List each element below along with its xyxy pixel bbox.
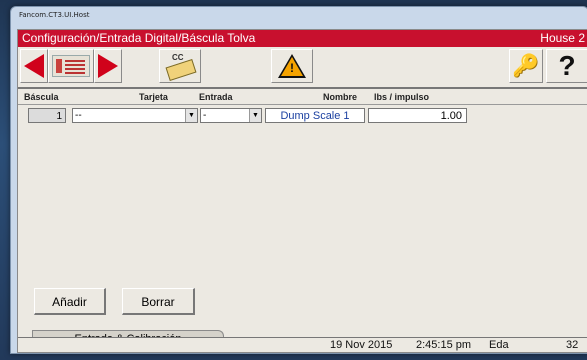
help-icon: ? bbox=[558, 50, 576, 81]
toolbar: CC ! 🔑 ? bbox=[18, 47, 587, 89]
tarjeta-value: -- bbox=[75, 110, 82, 121]
warning-mark: ! bbox=[290, 61, 294, 75]
key-button[interactable]: 🔑 bbox=[509, 49, 543, 83]
tarjeta-select[interactable]: -- ▼ bbox=[72, 108, 198, 123]
col-bascula: Báscula bbox=[24, 92, 59, 102]
chevron-down-icon[interactable]: ▼ bbox=[249, 109, 261, 122]
col-lbs: lbs / impulso bbox=[374, 92, 430, 102]
chevron-down-icon[interactable]: ▼ bbox=[185, 109, 197, 122]
arrow-right-icon bbox=[98, 54, 118, 78]
forward-button[interactable] bbox=[94, 49, 122, 83]
lbs-per-pulse-field[interactable]: 1.00 bbox=[368, 108, 467, 123]
cc-label: CC bbox=[172, 53, 184, 62]
col-nombre: Nombre bbox=[323, 92, 358, 102]
table-row: 1 -- ▼ - ▼ Dump Scale 1 1.00 bbox=[20, 108, 580, 124]
cc-card-icon: CC bbox=[165, 53, 197, 81]
status-user: Eda bbox=[489, 339, 509, 351]
title-bar: Configuración/Entrada Digital/Báscula To… bbox=[18, 30, 587, 47]
os-window-title: Fancom.CT3.UI.Host bbox=[19, 11, 90, 19]
list-icon bbox=[52, 55, 90, 77]
alarm-button[interactable]: ! bbox=[271, 49, 313, 83]
entrada-select[interactable]: - ▼ bbox=[200, 108, 262, 123]
status-time: 2:45:15 pm bbox=[416, 339, 472, 351]
house-label: House 2 bbox=[540, 31, 585, 45]
table-body: 1 -- ▼ - ▼ Dump Scale 1 1.00 bbox=[18, 105, 587, 305]
warning-icon: ! bbox=[278, 54, 306, 78]
entrada-value: - bbox=[203, 110, 207, 121]
back-button[interactable] bbox=[20, 49, 48, 83]
arrow-left-icon bbox=[24, 54, 44, 78]
client-area: Configuración/Entrada Digital/Báscula To… bbox=[17, 29, 587, 353]
help-button[interactable]: ? bbox=[546, 49, 587, 83]
status-value: 32 bbox=[566, 339, 579, 351]
cc-card-button[interactable]: CC bbox=[159, 49, 201, 83]
menu-list-button[interactable] bbox=[48, 49, 94, 83]
add-button[interactable]: Añadir bbox=[34, 288, 106, 315]
key-icon: 🔑 bbox=[512, 53, 540, 78]
delete-button[interactable]: Borrar bbox=[122, 288, 195, 315]
name-field[interactable]: Dump Scale 1 bbox=[265, 108, 365, 123]
table-header: Báscula Tarjeta Entrada Nombre lbs / imp… bbox=[18, 90, 587, 105]
col-tarjeta: Tarjeta bbox=[139, 92, 168, 102]
row-number: 1 bbox=[28, 108, 66, 123]
col-entrada: Entrada bbox=[199, 92, 233, 102]
app-window: Fancom.CT3.UI.Host Configuración/Entrada… bbox=[10, 6, 587, 354]
page-title: Configuración/Entrada Digital/Báscula To… bbox=[22, 31, 256, 45]
status-date: 19 Nov 2015 bbox=[330, 339, 393, 351]
status-bar: 19 Nov 2015 2:45:15 pm Eda 32 bbox=[18, 337, 587, 352]
